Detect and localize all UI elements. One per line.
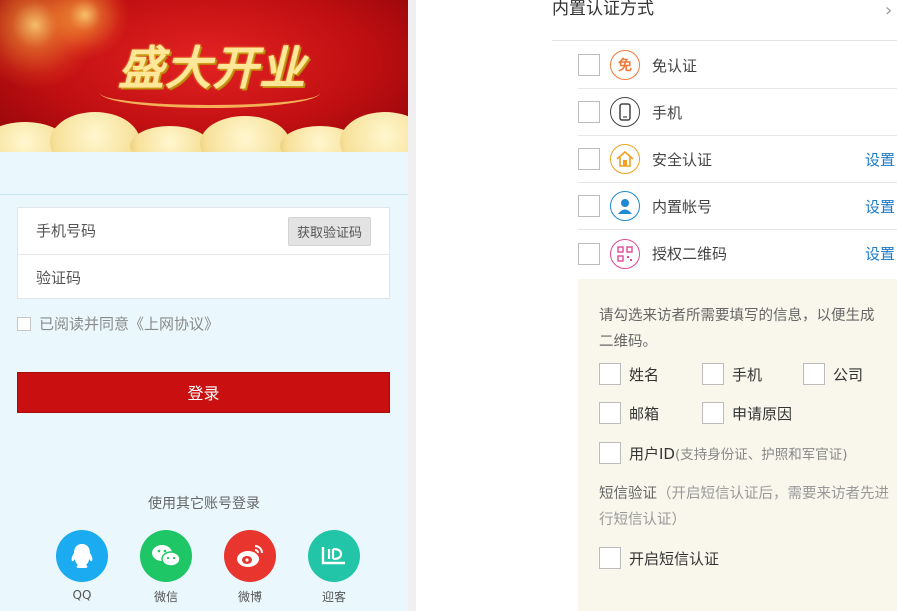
auth-mobile-label: 手机 [652,103,683,122]
banner-swirl [100,78,320,108]
account-settings-link[interactable]: 设置 [865,196,895,217]
sms-enable: 开启短信认证 [599,547,719,569]
social-qq-label: QQ [72,588,92,602]
field-email: 邮箱 [599,402,659,424]
auth-secure-checkbox[interactable] [578,148,600,170]
agreement-label[interactable]: 已阅读并同意《上网协议》 [39,313,219,334]
field-user-id-checkbox[interactable] [599,442,621,464]
secure-settings-link[interactable]: 设置 [865,149,895,170]
social-guest[interactable]: 迎客 [307,530,361,605]
guest-icon[interactable] [308,530,360,582]
field-user-id-label: 用户ID [629,444,675,463]
login-button[interactable]: 登录 [17,372,390,413]
auth-account-checkbox[interactable] [578,195,600,217]
user-account-icon [610,191,640,221]
phone-row: 获取验证码 [18,208,389,254]
qq-icon[interactable] [56,530,108,582]
field-email-label: 邮箱 [629,404,660,423]
auth-free-checkbox[interactable] [578,54,600,76]
field-company-label: 公司 [833,365,864,384]
qr-code-icon [610,238,640,269]
social-wechat[interactable]: 微信 [139,530,193,605]
banner: 盛大开业 [0,0,408,152]
visitor-info-description: 请勾选来访者所需要填写的信息，以便生成二维码。 [599,308,875,350]
login-preview: 盛大开业 获取验证码 已阅读并同意《上网协议》 登录 使用其它账号登录 [0,0,408,611]
chevron-right-icon[interactable]: › [885,0,892,21]
social-wechat-label: 微信 [153,590,178,604]
sms-enable-label: 开启短信认证 [629,549,720,568]
social-weibo[interactable]: 微博 [223,530,277,605]
field-reason: 申请原因 [702,402,792,424]
sms-enable-checkbox[interactable] [599,547,621,569]
field-company: 公司 [803,363,863,385]
login-form: 获取验证码 [17,207,390,299]
field-mobile-checkbox[interactable] [702,363,724,385]
visitor-info-panel: 请勾选来访者所需要填写的信息，以便生成二维码。 姓名 手机 公司 邮箱 申请原因… [578,279,897,611]
auth-mobile-checkbox[interactable] [578,101,600,123]
agreement-row: 已阅读并同意《上网协议》 [17,313,219,334]
social-login-list: QQ 微信 微博 迎客 [55,530,365,610]
auth-method-free: 免 免认证 [578,42,897,89]
auth-method-qrcode: 授权二维码 设置 [578,230,897,277]
field-name: 姓名 [599,363,659,385]
auth-method-secure: 安全认证 设置 [578,136,897,183]
auth-method-mobile: 手机 [578,89,897,136]
free-auth-icon: 免 [610,50,640,80]
field-name-checkbox[interactable] [599,363,621,385]
auth-qrcode-checkbox[interactable] [578,242,600,265]
auth-secure-label: 安全认证 [652,150,713,169]
code-row [18,254,389,300]
field-email-checkbox[interactable] [599,402,621,424]
sms-verification-description: 短信验证（开启短信认证后，需要来访者先进行短信认证） [599,481,891,533]
verification-code-input[interactable] [36,268,371,287]
auth-qrcode-label: 授权二维码 [652,245,728,263]
home-shield-icon [610,144,640,174]
social-guest-label: 迎客 [321,590,346,604]
social-qq[interactable]: QQ [55,530,109,602]
field-company-checkbox[interactable] [803,363,825,385]
field-name-label: 姓名 [629,365,660,384]
qrcode-settings-link[interactable]: 设置 [865,243,895,264]
social-weibo-label: 微博 [237,590,262,604]
wechat-icon[interactable] [140,530,192,582]
field-user-id-note: (支持身份证、护照和军官证) [674,447,848,463]
auth-free-label: 免认证 [652,56,698,75]
section-divider [552,40,897,41]
field-mobile-label: 手机 [732,365,763,384]
weibo-icon[interactable] [224,530,276,582]
login-form-card: 获取验证码 已阅读并同意《上网协议》 登录 使用其它账号登录 QQ [0,194,408,611]
agreement-checkbox[interactable] [17,316,31,331]
field-user-id: 用户ID (支持身份证、护照和军官证) [599,442,848,464]
field-reason-label: 申请原因 [732,404,793,423]
auth-account-label: 内置帐号 [652,197,713,216]
mobile-phone-icon [610,97,640,127]
other-login-label: 使用其它账号登录 [148,496,260,512]
phone-number-input[interactable] [36,222,288,240]
field-mobile: 手机 [702,363,762,385]
sms-title: 短信验证 [599,486,657,502]
get-code-button[interactable]: 获取验证码 [287,216,371,246]
panel-divider [408,0,416,611]
auth-section-title: 内置认证方式 [552,0,654,19]
cloud-decoration [0,112,408,152]
auth-method-account: 内置帐号 设置 [578,183,897,230]
field-reason-checkbox[interactable] [702,402,724,424]
